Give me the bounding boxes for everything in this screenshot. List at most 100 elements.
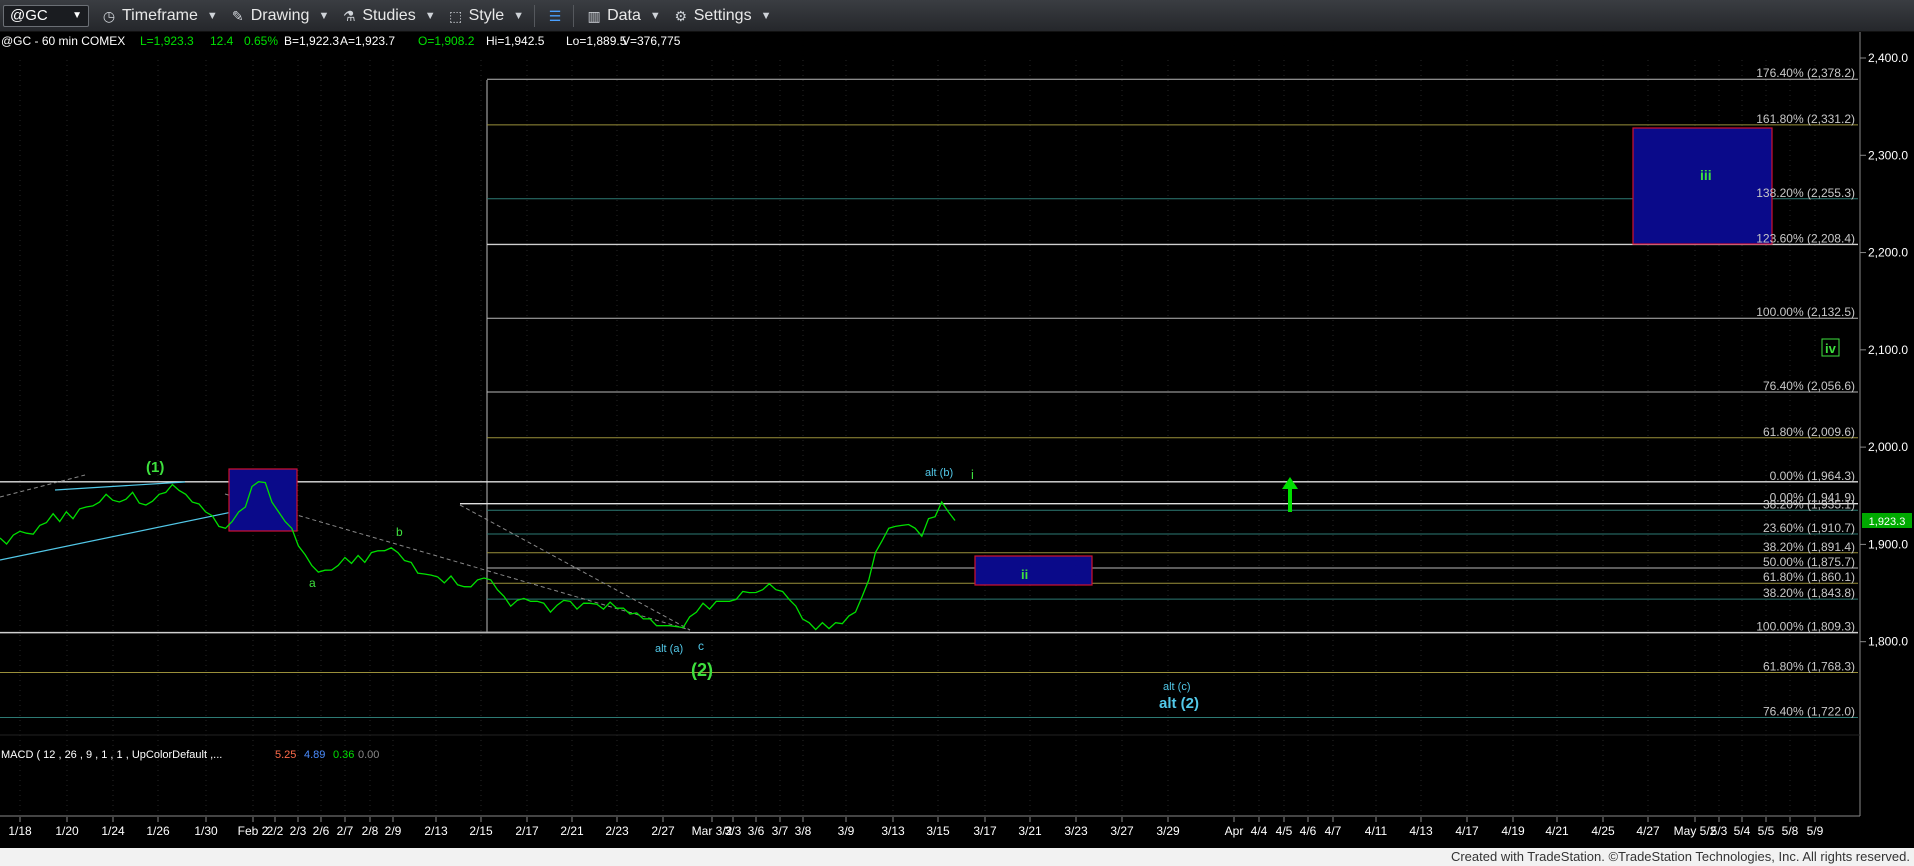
x-tick-label: 4/19 (1501, 824, 1525, 838)
toolbar-divider (573, 4, 575, 27)
macd-signal-value: 4.89 (304, 749, 325, 761)
x-tick-label: 4/17 (1455, 824, 1479, 838)
x-tick-label: 3/6 (748, 824, 765, 838)
x-tick-label: 3/23 (1064, 824, 1088, 838)
target-box-iii (1632, 127, 1773, 245)
fib-label: 123.60% (2,208.4) (1756, 231, 1855, 245)
drawing-label: Drawing (250, 6, 310, 24)
x-tick-label: Apr (1225, 824, 1244, 838)
x-tick-label: 2/9 (385, 824, 402, 838)
chevron-down-icon: ▼ (513, 9, 525, 22)
macd-value: 5.25 (275, 749, 296, 761)
x-tick-label: 3/21 (1018, 824, 1042, 838)
fib-label: 38.20% (1,891.4) (1763, 540, 1855, 554)
x-tick-label: 4/13 (1409, 824, 1433, 838)
last-value: L=1,923.3 (140, 34, 194, 48)
timeframe-menu[interactable]: ◷ Timeframe ▼ (101, 7, 218, 25)
settings-menu[interactable]: ⚙ Settings ▼ (673, 7, 771, 25)
x-tick-label: 3/13 (881, 824, 905, 838)
macd-label: MACD ( 12 , 26 , 9 , 1 , 1 , UpColorDefa… (1, 749, 222, 761)
chevron-down-icon: ▼ (318, 9, 330, 22)
drawing-menu[interactable]: ✎ Drawing ▼ (230, 6, 330, 25)
fib-label: 161.80% (2,331.2) (1756, 112, 1855, 126)
x-tick-label: 4/7 (1325, 824, 1342, 838)
x-tick-label: 3/27 (1110, 824, 1134, 838)
fib-label: 61.80% (2,009.6) (1763, 425, 1855, 439)
x-tick-label: 5/8 (1782, 824, 1799, 838)
fib-label: 23.60% (1,910.7) (1763, 521, 1855, 535)
change-value: 12.4 (210, 34, 234, 48)
x-tick-label: 2/3 (290, 824, 307, 838)
x-tick-label: 3/15 (926, 824, 950, 838)
wave-label-b: b (396, 525, 403, 539)
wave-label-1: (1) (146, 459, 164, 476)
fib-label: 138.20% (2,255.3) (1756, 186, 1855, 200)
x-tick-label: 1/30 (194, 824, 218, 838)
fib-label: 50.00% (1,875.7) (1763, 555, 1855, 569)
x-tick-label: Feb 2 (238, 824, 269, 838)
copyright-text: Created with TradeStation. ©TradeStation… (1450, 849, 1910, 864)
footer: Created with TradeStation. ©TradeStation… (0, 848, 1914, 866)
x-tick-label: 3/8 (795, 824, 812, 838)
x-tick-label: 4/27 (1636, 824, 1660, 838)
pencil-icon: ✎ (231, 7, 244, 24)
toolbar: @GC ▼ ◷ Timeframe ▼ ✎ Drawing ▼ ⚗ Studie… (0, 0, 1914, 32)
last-price-label: 1,923.3 (1869, 516, 1906, 528)
target-box-ii (974, 555, 1093, 586)
y-tick-label: 2,200.0 (1868, 246, 1908, 260)
instrument-label: @GC - 60 min COMEX (1, 34, 125, 48)
x-tick-label: 3/17 (973, 824, 997, 838)
layout-button[interactable]: ☰ (547, 8, 563, 24)
x-tick-label: 4/21 (1545, 824, 1569, 838)
studies-menu[interactable]: ⚗ Studies ▼ (341, 7, 436, 25)
x-tick-label: 4/6 (1300, 824, 1317, 838)
toolbar-divider (534, 4, 536, 27)
wave-label-iv: iv (1825, 341, 1837, 356)
chevron-down-icon: ▼ (206, 9, 218, 22)
x-tick-label: 5/3 (1711, 824, 1728, 838)
fib-label: 76.40% (1,722.0) (1763, 705, 1855, 719)
wave-label-iii: iii (1700, 167, 1712, 183)
x-tick-label: 2/2 (267, 824, 284, 838)
symbol-selector[interactable]: @GC ▼ (3, 4, 89, 27)
x-tick-label: 3/7 (772, 824, 789, 838)
x-tick-label: 2/15 (469, 824, 493, 838)
chevron-down-icon: ▼ (72, 10, 82, 21)
x-tick-label: 1/26 (146, 824, 170, 838)
x-tick-label: 2/7 (337, 824, 354, 838)
price-chart[interactable]: @GC - 60 min COMEX L=1,923.3 12.4 0.65% … (0, 32, 1914, 848)
clock-icon: ◷ (102, 7, 116, 24)
y-tick-label: 2,400.0 (1868, 51, 1908, 65)
chevron-down-icon: ▼ (649, 9, 661, 22)
fib-label: 38.20% (1,935.1) (1763, 497, 1855, 511)
macd-zero-value: 0.00 (358, 749, 379, 761)
data-menu[interactable]: ▥ Data ▼ (586, 7, 661, 25)
x-tick-label: 4/11 (1365, 824, 1388, 838)
fib-label: 176.40% (2,378.2) (1756, 66, 1855, 80)
wave-label-i: i (971, 467, 974, 482)
x-tick-label: 3/3 (725, 824, 742, 838)
macd-diff-value: 0.36 (333, 749, 354, 761)
wave-label-alt-c: alt (c) (1163, 681, 1191, 693)
y-tick-label: 1,900.0 (1868, 537, 1908, 551)
volume-value: V=376,775 (622, 34, 681, 48)
fib-label: 76.40% (2,056.6) (1763, 379, 1855, 393)
fib-label: 0.00% (1,964.3) (1770, 469, 1855, 483)
y-tick-label: 2,000.0 (1868, 440, 1908, 454)
y-tick-label: 2,100.0 (1868, 343, 1908, 357)
style-menu[interactable]: ⬚ Style ▼ (448, 7, 524, 25)
fib-label: 38.20% (1,843.8) (1763, 586, 1855, 600)
wave-label-ii: ii (1021, 567, 1028, 582)
bar-chart-icon: ▥ (587, 7, 601, 24)
fib-label: 61.80% (1,768.3) (1763, 660, 1855, 674)
x-tick-label: 3/29 (1156, 824, 1180, 838)
wave-label-alt-b: alt (b) (925, 467, 953, 479)
x-tick-label: 5/5 (1758, 824, 1775, 838)
x-tick-label: 1/18 (8, 824, 32, 838)
style-icon: ⬚ (448, 7, 463, 24)
high-value: Hi=1,942.5 (486, 34, 545, 48)
bid-value: B=1,922.3 (284, 34, 339, 48)
x-tick-label: 2/6 (313, 824, 330, 838)
x-tick-label: 2/8 (362, 824, 379, 838)
target-box-wave1 (228, 468, 298, 532)
